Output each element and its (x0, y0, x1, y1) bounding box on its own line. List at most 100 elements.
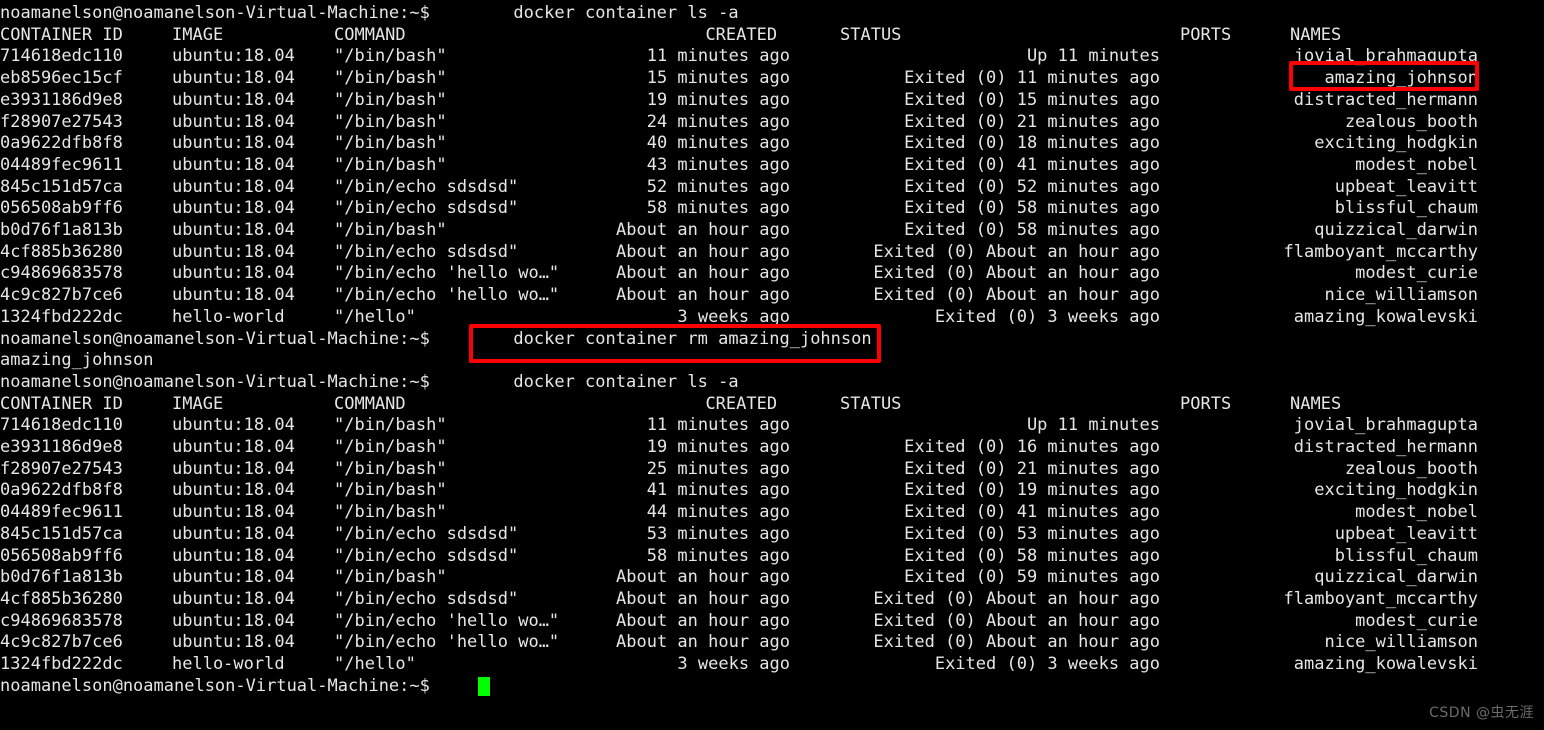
cell-names: upbeat_leavitt (1334, 176, 1478, 197)
cell-names: modest_nobel (1355, 154, 1478, 175)
prompt-line: noamanelson@noamanelson-Virtual-Machine:… (0, 3, 1544, 25)
table-row: 4c9c827b7ce6 ubuntu:18.04 "/bin/echo 'hell… (0, 632, 1544, 654)
table-row: 0a9622dfb8f8 ubuntu:18.04 "/bin/bash" 40 mi… (0, 133, 1544, 155)
cell-command: "/bin/bash" (334, 46, 447, 67)
cell-created: 43 minutes ago (646, 154, 790, 175)
shell-prompt: noamanelson@noamanelson-Virtual-Machine:… (0, 675, 441, 696)
column-header-image: IMAGE (172, 24, 224, 45)
cell-status: Exited (0) 59 minutes ago (904, 567, 1160, 588)
column-header-ports: PORTS (1180, 393, 1232, 414)
table-header-row: CONTAINER ID IMAGE COMMAND CREATED STATUS POR… (0, 394, 1544, 416)
cell-status: Exited (0) 21 minutes ago (904, 458, 1160, 479)
cell-image: ubuntu:18.04 (172, 588, 295, 609)
column-header-command: COMMAND (334, 24, 406, 45)
cell-image: ubuntu:18.04 (172, 610, 295, 631)
cell-container-id: 845c151d57ca (0, 523, 123, 544)
command-docker-container-ls-a-1[interactable]: docker container ls -a (513, 3, 738, 25)
table-row: 04489fec9611 ubuntu:18.04 "/bin/bash" 44 mi… (0, 502, 1544, 524)
cell-image: ubuntu:18.04 (172, 458, 295, 479)
cell-status: Exited (0) 3 weeks ago (934, 306, 1160, 327)
cell-image: ubuntu:18.04 (172, 285, 295, 306)
cell-names: distracted_hermann (1293, 437, 1478, 457)
cell-created: About an hour ago (616, 567, 790, 588)
cell-created: 58 minutes ago (646, 545, 790, 566)
cell-names: modest_curie (1355, 610, 1478, 631)
cell-container-id: 714618edc110 (0, 415, 123, 436)
cell-status: Exited (0) 11 minutes ago (904, 68, 1160, 89)
cell-container-id: 0a9622dfb8f8 (0, 133, 123, 154)
cell-created: 3 weeks ago (677, 654, 790, 674)
cell-status: Exited (0) 19 minutes ago (904, 480, 1160, 501)
cell-created: About an hour ago (616, 588, 790, 609)
cell-image: hello-world (172, 654, 285, 674)
cell-image: ubuntu:18.04 (172, 154, 295, 175)
cell-command: "/bin/echo 'hello wo…" (334, 263, 560, 284)
column-header-status: STATUS (840, 393, 902, 414)
cell-names: upbeat_leavitt (1334, 523, 1478, 544)
cell-created: 58 minutes ago (646, 198, 790, 219)
cell-created: 44 minutes ago (646, 502, 790, 523)
cell-status: Exited (0) 41 minutes ago (904, 154, 1160, 175)
cell-container-id: e3931186d9e8 (0, 437, 123, 457)
cell-image: ubuntu:18.04 (172, 263, 295, 284)
cell-image: ubuntu:18.04 (172, 415, 295, 436)
command-docker-container-rm[interactable]: docker container rm amazing_johnson (513, 329, 871, 351)
cell-names: quizzical_darwin (1314, 220, 1478, 240)
column-header-names: NAMES (1290, 24, 1342, 45)
cell-container-id: b0d76f1a813b (0, 220, 123, 240)
cell-created: 24 minutes ago (646, 111, 790, 132)
cell-command: "/bin/bash" (334, 133, 447, 154)
text-cursor (478, 676, 490, 696)
cell-image: hello-world (172, 306, 285, 327)
cell-names: flamboyant_mccarthy (1283, 588, 1478, 609)
cell-created: 15 minutes ago (646, 68, 790, 89)
cell-names: nice_williamson (1324, 285, 1478, 306)
cell-names: quizzical_darwin (1314, 567, 1478, 588)
cell-created: About an hour ago (616, 220, 790, 240)
cell-container-id: 056508ab9ff6 (0, 545, 123, 566)
cell-created: 41 minutes ago (646, 480, 790, 501)
cell-command: "/bin/bash" (334, 154, 447, 175)
cell-names: blissful_chaum (1334, 545, 1478, 566)
cell-names: amazing_kowalevski (1293, 306, 1478, 327)
column-header-container-id: CONTAINER ID (0, 24, 123, 45)
table-row: 04489fec9611 ubuntu:18.04 "/bin/bash" 43 mi… (0, 155, 1544, 177)
column-header-command: COMMAND (334, 393, 406, 414)
cell-image: ubuntu:18.04 (172, 68, 295, 89)
column-header-names: NAMES (1290, 393, 1342, 414)
cell-status: Exited (0) About an hour ago (873, 632, 1160, 653)
cell-names: zealous_booth (1344, 111, 1478, 132)
cell-container-id: b0d76f1a813b (0, 567, 123, 588)
cell-image: ubuntu:18.04 (172, 133, 295, 154)
cell-status: Exited (0) 16 minutes ago (904, 437, 1160, 457)
cell-command: "/bin/bash" (334, 502, 447, 523)
cell-command: "/bin/bash" (334, 458, 447, 479)
column-header-created: CREATED (705, 24, 778, 45)
cell-container-id: 1324fbd222dc (0, 306, 123, 327)
table-row: 4c9c827b7ce6 ubuntu:18.04 "/bin/echo 'hell… (0, 285, 1544, 307)
prompt-line: noamanelson@noamanelson-Virtual-Machine:… (0, 372, 1544, 394)
cell-container-id: 4c9c827b7ce6 (0, 285, 123, 306)
cell-container-id: 04489fec9611 (0, 502, 123, 523)
cell-command: "/bin/echo sdsdsd" (334, 176, 519, 197)
cell-created: 25 minutes ago (646, 458, 790, 479)
table-row: 056508ab9ff6 ubuntu:18.04 "/bin/echo sdsds… (0, 198, 1544, 220)
watermark: CSDN @虫无涯 (1429, 705, 1534, 722)
cell-command: "/bin/bash" (334, 567, 447, 588)
cell-created: 19 minutes ago (646, 437, 790, 457)
table-row: 714618edc110 ubuntu:18.04 "/bin/bash" 11 mi… (0, 415, 1544, 437)
cell-names: blissful_chaum (1334, 198, 1478, 219)
cell-names: amazing_johnson (1324, 68, 1478, 89)
column-header-status: STATUS (840, 24, 902, 45)
cell-names: exciting_hodgkin (1314, 133, 1478, 154)
cell-command: "/bin/bash" (334, 220, 447, 240)
command-docker-container-ls-a-2[interactable]: docker container ls -a (513, 372, 738, 394)
cell-command: "/bin/bash" (334, 68, 447, 89)
column-header-created: CREATED (705, 393, 778, 414)
cell-names: jovial_brahmagupta (1293, 46, 1478, 67)
cell-command: "/bin/bash" (334, 437, 447, 457)
terminal-window[interactable]: noamanelson@noamanelson-Virtual-Machine:… (0, 0, 1544, 730)
cell-names: modest_nobel (1355, 502, 1478, 523)
table-row: c94869683578 ubuntu:18.04 "/bin/echo 'hell… (0, 263, 1544, 285)
cell-command: "/bin/echo sdsdsd" (334, 198, 519, 219)
